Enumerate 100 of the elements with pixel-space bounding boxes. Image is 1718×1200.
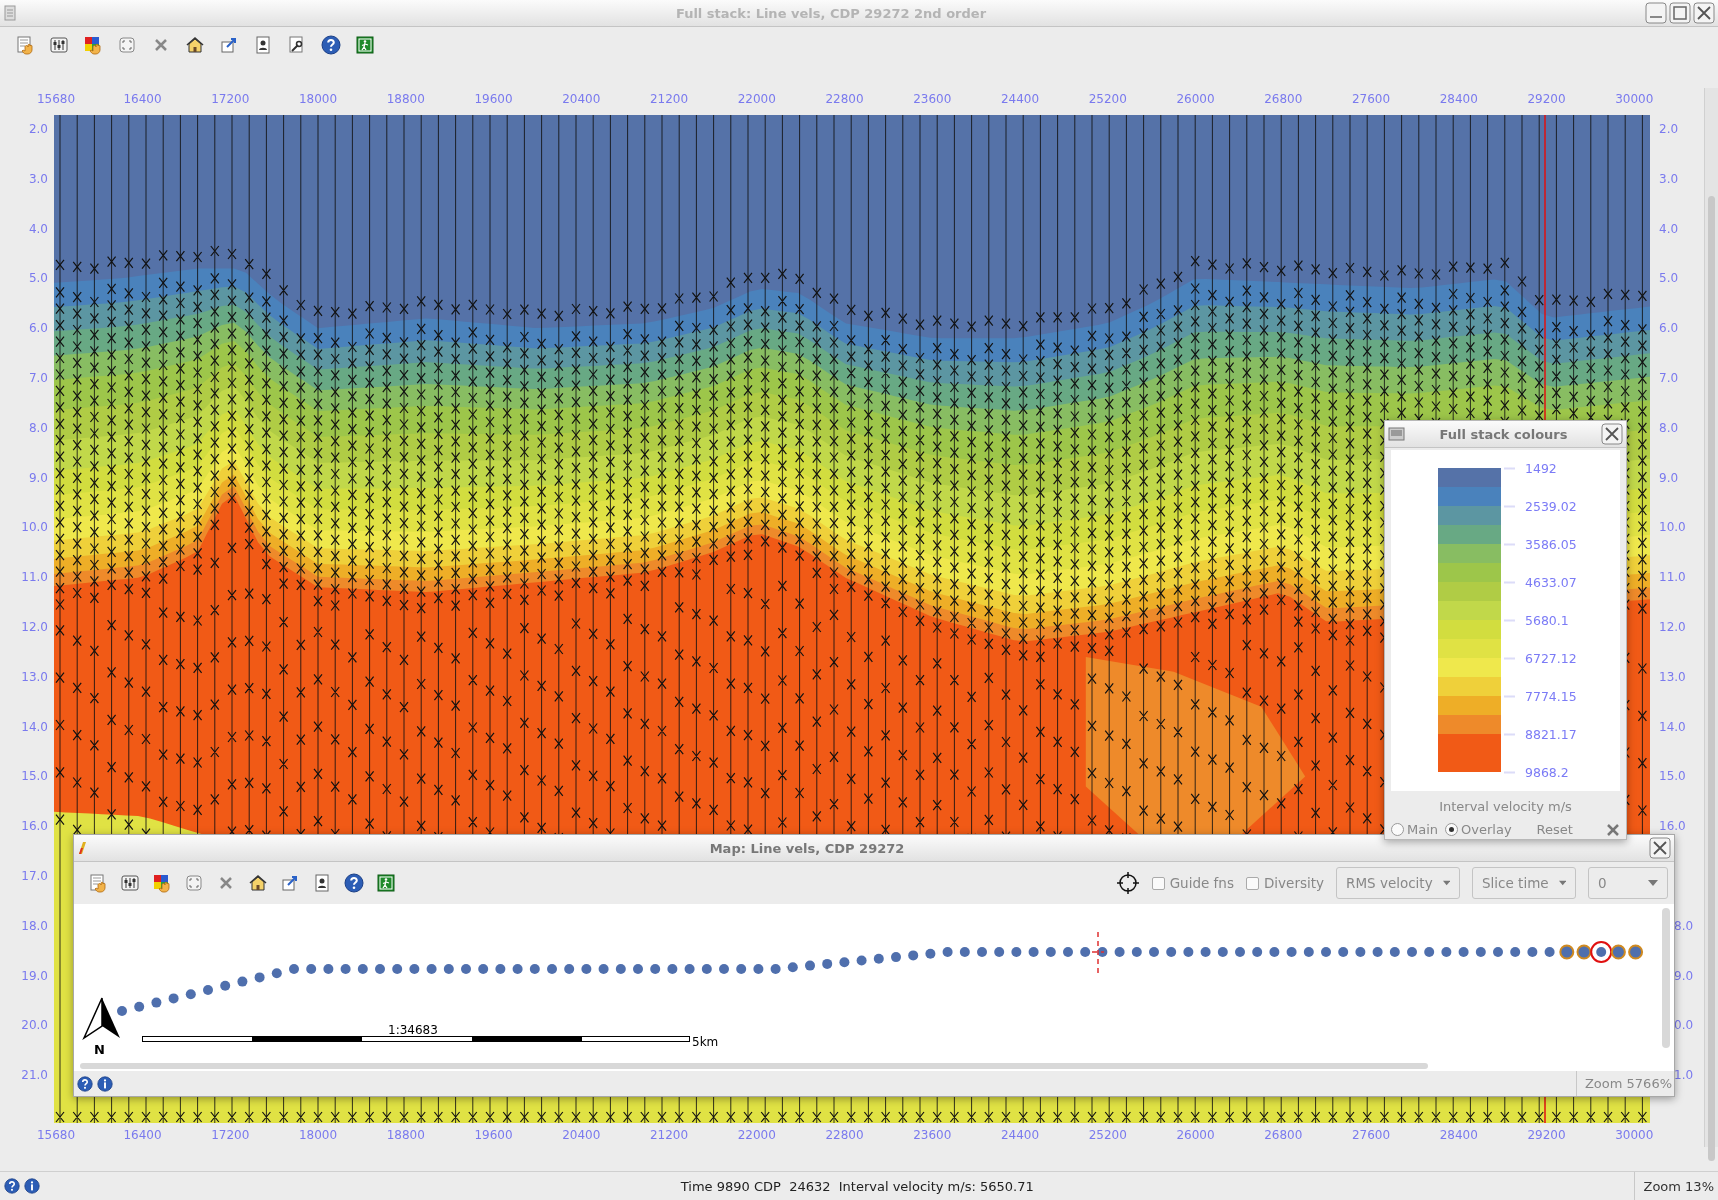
checkbox[interactable] [1151, 876, 1165, 890]
checkbox-label[interactable]: Guide fns [1169, 875, 1234, 891]
axis-label: 26800 [1264, 92, 1303, 106]
axis-label: 28400 [1439, 1128, 1478, 1142]
help-icon[interactable] [344, 873, 364, 893]
axis-label: 17200 [211, 92, 250, 106]
axis-label: 8.0 [1659, 420, 1679, 435]
axis-label: 29200 [1527, 92, 1566, 106]
frame-icon[interactable] [184, 873, 204, 893]
axis-label: 22000 [737, 92, 776, 106]
axis-label: 17.0 [21, 869, 48, 883]
exit-icon[interactable] [355, 35, 375, 55]
axis-label: 25200 [1088, 92, 1127, 106]
axis-label: 10.0 [1659, 520, 1686, 535]
checkbox[interactable] [1245, 876, 1259, 890]
palette-hand-icon[interactable] [152, 873, 172, 893]
palette-hand-icon[interactable] [83, 35, 103, 55]
axis-label: 11.0 [1659, 570, 1686, 585]
close-button[interactable] [1649, 837, 1671, 859]
axis-label: 20400 [562, 1128, 601, 1142]
axis-label: 22800 [825, 1128, 864, 1142]
axis-label: 20400 [562, 92, 601, 106]
reset-button[interactable]: Reset [1532, 820, 1577, 839]
axis-label: 15.0 [1659, 769, 1686, 784]
axis-label: 29200 [1527, 1128, 1566, 1142]
axis-label: 30000 [1615, 92, 1654, 106]
axis-label: 13.0 [21, 669, 48, 684]
home-icon[interactable] [185, 35, 205, 55]
dropdown[interactable]: Slice time [1472, 867, 1576, 899]
axis-label: 9.0 [1674, 968, 1694, 983]
help-icon[interactable] [321, 35, 341, 55]
person-document-icon[interactable] [253, 35, 273, 55]
exit-icon[interactable] [376, 873, 396, 893]
zoom-level: Zoom 5766% [1575, 1071, 1674, 1096]
radio-button[interactable] [1391, 823, 1404, 836]
crosshair-icon[interactable] [1115, 871, 1140, 895]
window-title: Map: Line vels, CDP 29272 [708, 840, 906, 856]
window-icon [1388, 426, 1406, 442]
axis-label: 7.0 [28, 371, 48, 385]
dropdown[interactable]: RMS velocity [1336, 867, 1460, 899]
axis-label: 18000 [298, 92, 338, 106]
person-document-icon[interactable] [312, 873, 332, 893]
axis-label: 8.0 [1674, 918, 1694, 933]
axis-label: 27600 [1351, 1128, 1391, 1142]
axis-label: 19600 [474, 92, 513, 106]
axis-label: 19.0 [21, 968, 48, 983]
close-button[interactable] [1693, 2, 1715, 24]
axis-label: 15680 [36, 92, 76, 106]
document-hand-icon[interactable] [88, 873, 108, 893]
sliders-icon[interactable] [120, 873, 140, 893]
frame-icon[interactable] [117, 35, 137, 55]
scale-distance: 5km [692, 1035, 719, 1049]
axis-label: 1.0 [1674, 1068, 1694, 1083]
panel-title: Full stack colours [1438, 426, 1569, 442]
axis-label: 21200 [649, 92, 689, 106]
axis-label: 3.0 [28, 171, 48, 186]
axis-label: 18.0 [21, 918, 48, 933]
caret-icon [1648, 880, 1658, 886]
status-readout: Time 9890 CDP 24632 Interval velocity m/s: 5650.71 [679, 1178, 1035, 1194]
axis-label: 16400 [123, 1128, 162, 1142]
north-label: N [94, 1042, 105, 1057]
radio-label[interactable]: Main [1407, 822, 1439, 837]
axis-label: 23600 [913, 92, 952, 106]
axis-label: 18800 [386, 1128, 425, 1142]
axis-label: 15680 [36, 1128, 76, 1142]
window-title: Full stack: Line vels, CDP 29272 2nd order [674, 5, 988, 21]
axis-label: 11.0 [21, 570, 48, 585]
help-icon[interactable] [77, 1075, 93, 1092]
scale-caption: Interval velocity m/s [1438, 799, 1573, 814]
caret-icon [1442, 880, 1450, 886]
axis-label: 7.0 [1659, 371, 1679, 385]
maximize-button[interactable] [1669, 2, 1691, 24]
axis-label: 22000 [737, 1128, 776, 1142]
info-icon[interactable] [97, 1075, 113, 1092]
axis-label: 13.0 [1659, 669, 1686, 684]
axis-label: 4.0 [28, 221, 48, 236]
dropdown[interactable]: 0 [1588, 867, 1668, 899]
radio-label[interactable]: Overlay [1461, 822, 1512, 837]
export-icon[interactable] [280, 873, 300, 893]
axis-label: 2.0 [28, 122, 48, 136]
radio-button[interactable] [1445, 823, 1459, 836]
axis-label: 17200 [211, 1128, 250, 1142]
axis-label: 28400 [1439, 92, 1478, 106]
app-icon [77, 840, 87, 856]
info-icon[interactable] [24, 1178, 40, 1194]
close-button[interactable] [1601, 423, 1623, 445]
export-icon[interactable] [219, 35, 239, 55]
tools-icon[interactable] [1606, 822, 1620, 837]
sliders-icon[interactable] [49, 35, 69, 55]
help-icon[interactable] [4, 1178, 20, 1194]
axis-label: 5.0 [28, 271, 48, 286]
axis-label: 6.0 [28, 321, 48, 336]
axis-label: 14.0 [21, 719, 48, 734]
caret-icon [1558, 880, 1566, 886]
checkbox-label[interactable]: Diversity [1263, 875, 1324, 891]
home-icon[interactable] [248, 873, 268, 893]
north-arrow-icon [82, 996, 122, 1040]
document-hand-icon[interactable] [15, 35, 35, 55]
axis-label: 23600 [913, 1128, 952, 1142]
minimize-button[interactable] [1645, 2, 1667, 24]
